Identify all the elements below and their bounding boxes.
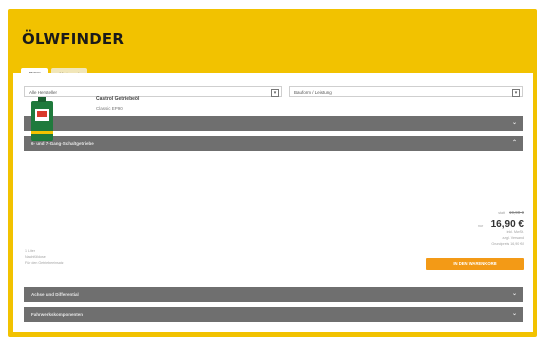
section-axle[interactable]: Achse und Differential ⌄ [24,287,523,302]
finder-panel: Alle Hersteller ▾ Bauform / Leistung ▾ M… [13,73,533,332]
model-select[interactable]: Bauform / Leistung ▾ [289,86,523,97]
chevron-down-icon: ⌄ [511,311,517,317]
manufacturer-select[interactable]: Alle Hersteller ▾ [24,86,282,97]
old-price-label: statt [498,211,505,215]
add-to-cart-button[interactable]: IN DEN WARENKORB [426,258,524,270]
product-meta-2: Nachfülldose [25,255,46,259]
section-chassis-label: Fahrwerkskomponenten [31,312,84,317]
chevron-down-icon: ⌄ [511,120,517,126]
manufacturer-select-value: Alle Hersteller [29,90,58,95]
product-subtitle: Classic EP90 [96,106,123,111]
section-motor[interactable]: Motor ⌄ [24,116,523,131]
product-name: Castrol Getriebeöl [96,96,140,102]
section-axle-label: Achse und Differential [31,292,79,297]
product-meta-1: 1 Liter [25,249,35,253]
new-price-label: nur [477,224,484,228]
product-meta-3: Für den Getriebeeinsatz [25,261,64,265]
section-gearbox[interactable]: 6- und 7-Gang-Schaltgetriebe ⌃ [24,136,523,151]
price-note-3: Grundpreis 16,90 €/l [491,242,524,246]
can-stripe [31,131,53,134]
old-price: 19,90 € [508,210,524,215]
can-cap [38,97,46,102]
chevron-down-icon: ▾ [512,89,520,97]
oelfinder-logo: ÖLWFINDER [22,30,125,48]
chevron-down-icon: ▾ [271,89,279,97]
product-image [31,97,53,141]
model-select-value: Bauform / Leistung [294,90,332,95]
section-chassis[interactable]: Fahrwerkskomponenten ⌄ [24,307,523,322]
can-logo [37,111,47,117]
chevron-up-icon: ⌃ [511,140,517,146]
price-block: statt 19,90 € nur 16,90 € inkl. MwSt. zz… [478,210,524,247]
chevron-down-icon: ⌄ [511,291,517,297]
